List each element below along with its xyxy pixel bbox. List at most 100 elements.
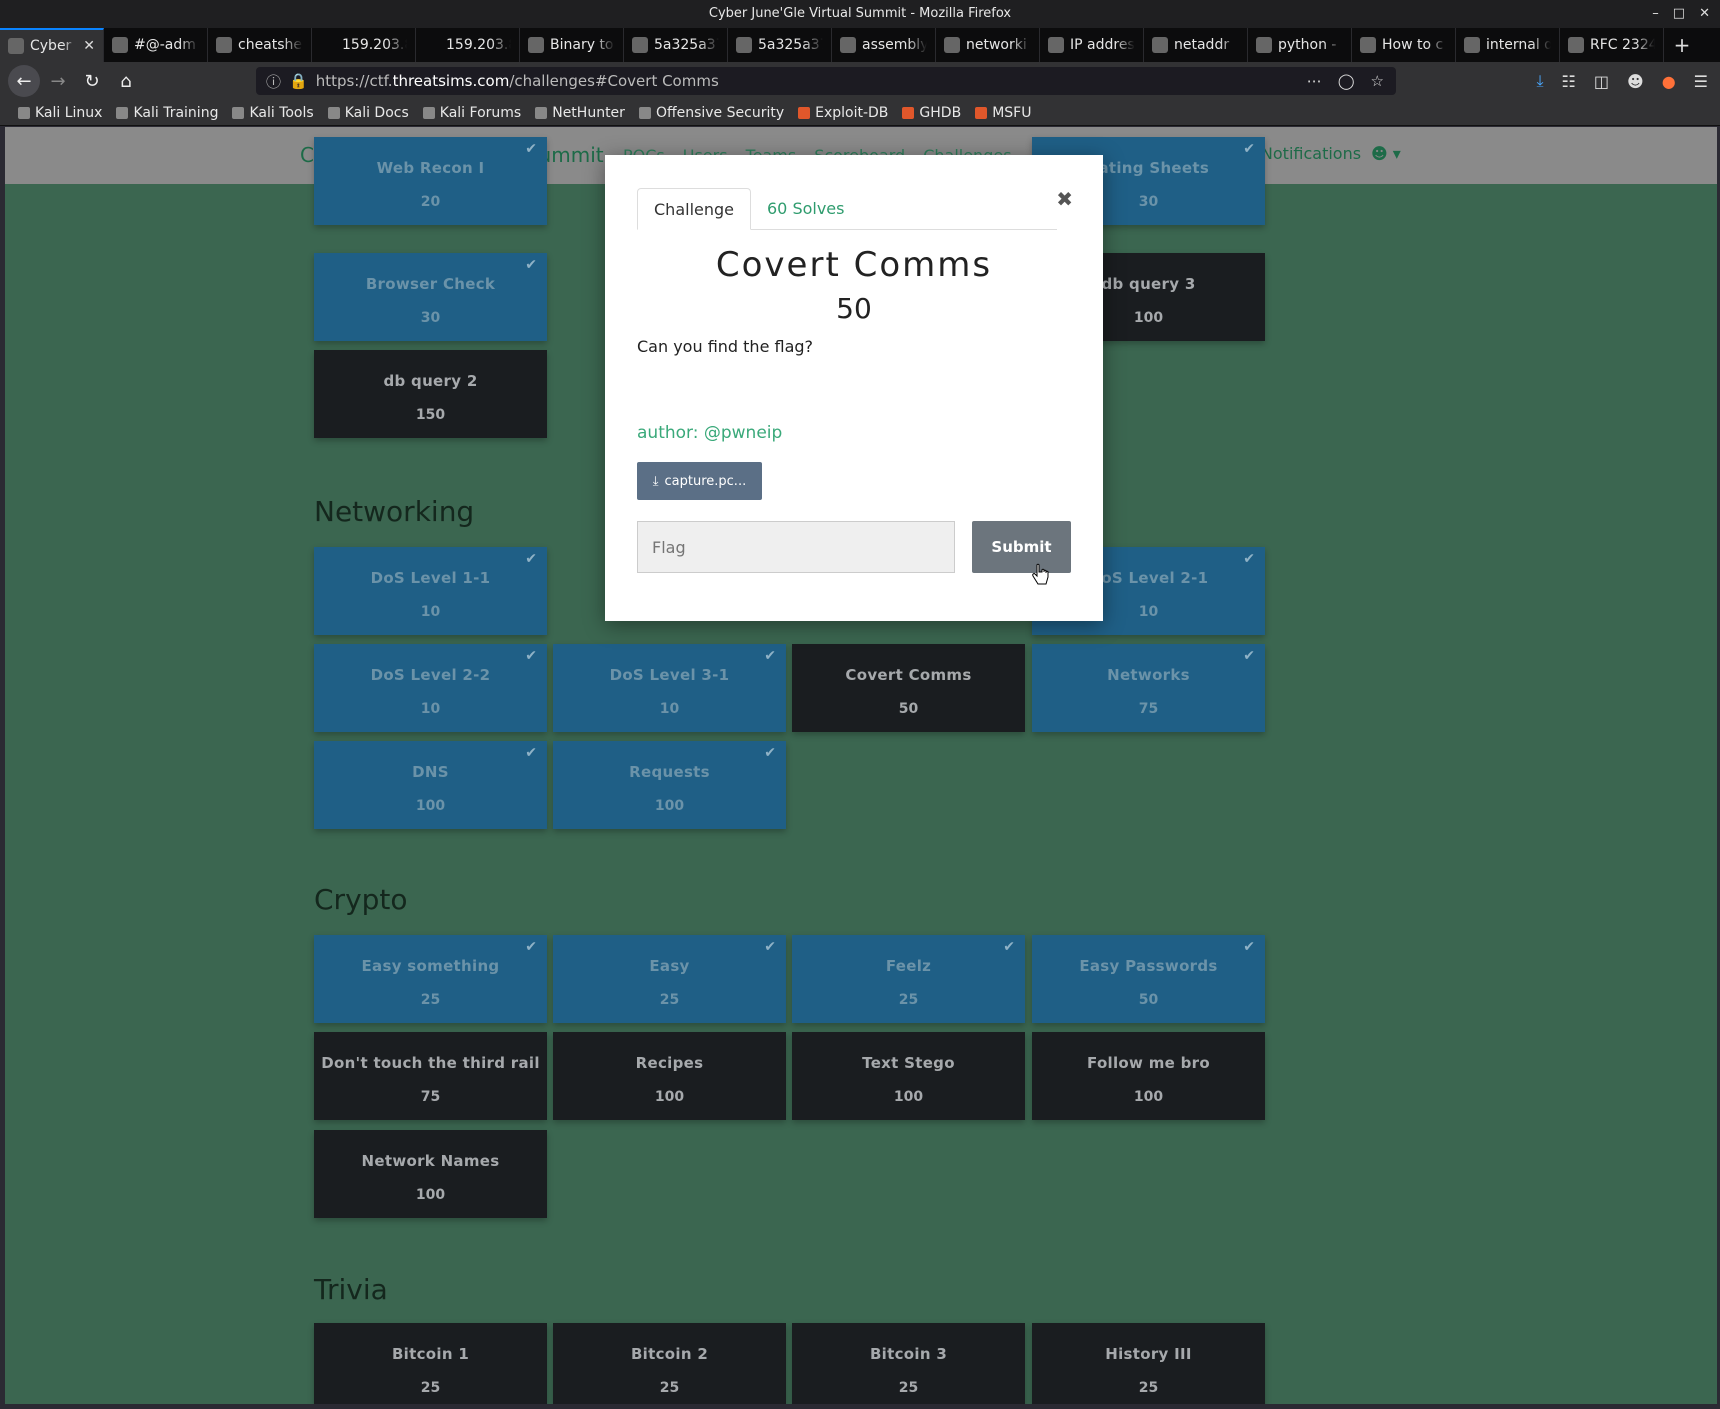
challenge-card[interactable]: Don't touch the third rail 75 [314,1032,547,1120]
bookmark-item[interactable]: Kali Tools [232,104,314,121]
minimize-icon[interactable]: – [1652,0,1659,28]
cube-icon [1152,37,1168,53]
bookmark-item[interactable]: Kali Linux [18,105,102,121]
challenge-card-value: 25 [659,1380,680,1396]
challenge-card[interactable]: DoS Level 1-1 10 ✔ [314,547,547,635]
challenge-card[interactable]: Networks 75 ✔ [1032,644,1265,732]
submit-button[interactable]: Submit [972,521,1071,573]
forward-icon[interactable]: → [42,65,74,97]
bookmark-favicon-icon [18,106,30,119]
challenge-card-name: Follow me bro [1087,1054,1210,1072]
browser-tab[interactable]: 5a325a37 [624,28,728,62]
tab-strip: Cyber ✕ #@-adm cheatshe 159.203.81.4 159.203.… [0,28,1720,62]
flag-input[interactable] [637,521,955,573]
challenge-card[interactable]: History III 25 [1032,1323,1265,1404]
challenge-card[interactable]: Recipes 100 [553,1032,786,1120]
browser-tab[interactable]: IP addres [1040,28,1144,62]
menu-icon[interactable]: ☰ [1694,72,1708,91]
challenge-card[interactable]: DoS Level 3-1 10 ✔ [553,644,786,732]
browser-tab[interactable]: RFC 2324 [1560,28,1664,62]
stackoverflow-icon [1256,37,1272,53]
reload-icon[interactable]: ↻ [76,65,108,97]
browser-tab[interactable]: Cyber ✕ [0,28,104,62]
challenge-card[interactable]: Text Stego 100 [792,1032,1025,1120]
browser-tab[interactable]: python - [1248,28,1352,62]
bookmark-star-icon[interactable]: ☆ [1371,72,1384,90]
new-tab-icon[interactable]: + [1664,28,1700,62]
browser-tab[interactable]: netaddr [1144,28,1248,62]
bookmark-item[interactable]: GHDB [902,105,961,121]
section-trivia: Trivia [314,1273,388,1306]
challenge-card-name: Bitcoin 1 [391,1345,470,1363]
bookmark-item[interactable]: Offensive Security [638,105,784,121]
bookmark-favicon-icon [535,106,548,119]
challenge-card-value: 150 [415,407,446,423]
browser-tab[interactable]: 5a325a37 [728,28,832,62]
close-window-icon[interactable]: ✕ [1699,0,1710,28]
tab-label: python - [1278,37,1337,53]
challenge-card[interactable]: Bitcoin 2 25 [553,1323,786,1404]
challenge-card[interactable]: Browser Check 30 ✔ [314,253,547,341]
back-icon[interactable]: ← [8,65,40,97]
challenge-card[interactable]: Bitcoin 3 25 [792,1323,1025,1404]
browser-tab[interactable]: assembly [832,28,936,62]
browser-tab[interactable]: #@-adm [104,28,208,62]
bookmark-item[interactable]: Kali Training [116,105,218,121]
browser-tab[interactable]: 159.203.81.4 [416,28,520,62]
close-icon[interactable]: ✖ [1056,187,1073,211]
info-icon[interactable]: ⓘ [266,71,281,92]
challenge-card[interactable]: Network Names 100 [314,1130,547,1218]
bookmark-item[interactable]: NetHunter [535,105,625,121]
url-bar[interactable]: ⓘ 🔒 https://ctf. threatsims.com/challenge… [256,67,1396,95]
challenge-card[interactable]: DoS Level 2-2 10 ✔ [314,644,547,732]
account-icon[interactable]: ☻ [1627,72,1644,91]
challenge-card[interactable]: Web Recon I 20 ✔ [314,137,547,225]
url-host: threatsims.com [392,72,510,90]
bookmark-item[interactable]: Kali Forums [422,105,521,121]
extension-icon[interactable]: ● [1662,72,1676,91]
browser-tab[interactable]: How to c [1352,28,1456,62]
challenge-card[interactable]: Covert Comms 50 [792,644,1025,732]
challenge-card[interactable]: db query 2 150 [314,350,547,438]
window-titlebar: Cyber June'Gle Virtual Summit - Mozilla … [0,0,1720,28]
tab-label: 159.203.81.4 [342,37,407,53]
challenge-card[interactable]: Feelz 25 ✔ [792,935,1025,1023]
browser-tab[interactable]: 159.203.81.4 [312,28,416,62]
lock-warning-icon[interactable]: 🔒 [289,72,308,90]
pocket-icon[interactable]: ◯ [1338,72,1355,90]
challenge-card-value: 25 [1138,1380,1159,1396]
maximize-icon[interactable]: □ [1673,0,1685,28]
challenge-card-name: History III [1105,1345,1192,1363]
bookmark-item[interactable]: MSFU [975,105,1031,121]
challenge-card[interactable]: Bitcoin 1 25 [314,1323,547,1404]
challenge-card[interactable]: Requests 100 ✔ [553,741,786,829]
tab-solves[interactable]: 60 Solves [751,188,860,229]
bookmark-item[interactable]: Exploit-DB [798,105,888,121]
bookmark-item[interactable]: Kali Docs [327,105,409,121]
home-icon[interactable]: ⌂ [110,65,142,97]
download-icon: ⤓ [652,473,659,489]
bookmark-label: Kali Tools [249,104,314,121]
browser-tab[interactable]: Binary to [520,28,624,62]
solved-check-icon: ✔ [1003,939,1015,955]
library-icon[interactable]: ☷ [1562,72,1576,91]
solved-check-icon: ✔ [1243,648,1255,664]
download-file-button[interactable]: ⤓ capture.pc... [637,462,762,500]
browser-tab[interactable]: cheatshe [208,28,312,62]
browser-tab[interactable]: internal d [1456,28,1560,62]
tab-challenge[interactable]: Challenge [637,188,751,230]
challenge-card[interactable]: Easy 25 ✔ [553,935,786,1023]
challenge-card[interactable]: Easy something 25 ✔ [314,935,547,1023]
user-menu[interactable]: ☻ ▾ [1371,144,1401,163]
browser-tab[interactable]: networki [936,28,1040,62]
challenge-card[interactable]: DNS 100 ✔ [314,741,547,829]
challenge-card-value: 25 [420,1380,441,1396]
challenge-card[interactable]: Follow me bro 100 [1032,1032,1265,1120]
page-actions-icon[interactable]: ⋯ [1307,72,1322,90]
challenge-modal: Challenge 60 Solves ✖ Covert Comms 50 Ca… [605,155,1103,621]
tab-close-icon[interactable]: ✕ [83,38,95,54]
sidebar-icon[interactable]: ◫ [1594,72,1609,91]
downloads-icon[interactable]: ⤓ [1536,71,1543,91]
challenge-card[interactable]: Easy Passwords 50 ✔ [1032,935,1265,1023]
solved-check-icon: ✔ [1243,551,1255,567]
